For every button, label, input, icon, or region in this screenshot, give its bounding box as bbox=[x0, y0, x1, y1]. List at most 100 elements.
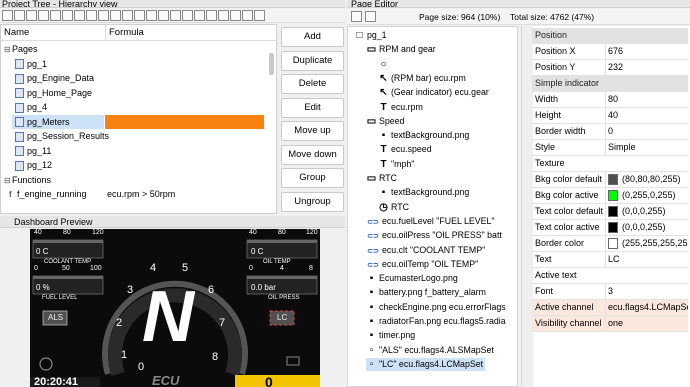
editor-tree-item[interactable]: ▪ timer.png bbox=[366, 329, 415, 342]
tree-scrollbar[interactable] bbox=[269, 53, 274, 75]
collapse-icon: ⊟ bbox=[4, 175, 11, 185]
editor-tree-item[interactable]: ⊂⊃ ecu.oilTemp "OIL TEMP" bbox=[366, 258, 478, 271]
edit-button[interactable]: Edit bbox=[281, 97, 344, 118]
color-swatch[interactable] bbox=[608, 206, 618, 218]
property-row[interactable]: Border color (255,255,255,255) bbox=[532, 236, 688, 252]
page-icon bbox=[15, 102, 24, 113]
property-row[interactable]: Texture bbox=[532, 156, 688, 172]
property-row[interactable]: Text LC bbox=[532, 252, 688, 268]
property-row[interactable]: Text color active (0,0,0,255) bbox=[532, 220, 688, 236]
editor-tree-item[interactable]: ▫ "LC" ecu.flags4.LCMapSet bbox=[366, 357, 486, 371]
editor-tree-item[interactable]: ↖ (Gear indicator) ecu.gear bbox=[378, 86, 489, 99]
add-button[interactable]: Add bbox=[281, 27, 344, 47]
duplicate-button[interactable]: Duplicate bbox=[281, 50, 344, 71]
property-key: Width bbox=[535, 94, 559, 104]
property-row[interactable]: Bkg color active (0,255,0,255) bbox=[532, 188, 688, 204]
open-icon[interactable] bbox=[351, 11, 362, 22]
toolbar-icons[interactable] bbox=[2, 10, 266, 21]
property-row[interactable]: Position Y 232 bbox=[532, 60, 688, 76]
move-up-button[interactable]: Move up bbox=[281, 121, 344, 141]
total-size-text: Total size: 4762 (47%) bbox=[510, 12, 595, 22]
editor-tree-item[interactable]: ⊂⊃ ecu.clt "COOLANT TEMP" bbox=[366, 244, 485, 257]
property-value: (80,80,80,255) bbox=[622, 174, 681, 184]
editor-tree-item[interactable]: ▪ battery.png f_battery_alarm bbox=[366, 286, 486, 299]
page-icon bbox=[15, 88, 24, 99]
editor-tree-item[interactable]: ▪ textBackground.png bbox=[378, 186, 470, 199]
property-key: Active channel bbox=[535, 302, 594, 312]
editor-tree-item[interactable]: ▪ radiatorFan.png ecu.flags5.radia bbox=[366, 315, 506, 328]
property-row[interactable]: Active channel ecu.flags4.LCMapSet bbox=[532, 300, 688, 316]
ungroup-button[interactable]: Ungroup bbox=[281, 191, 344, 212]
color-swatch[interactable] bbox=[608, 222, 618, 234]
property-row[interactable]: Active text bbox=[532, 268, 688, 284]
page-icon bbox=[15, 73, 24, 84]
move-down-button[interactable]: Move down bbox=[281, 144, 344, 165]
editor-tree-item[interactable]: ▭ RTC bbox=[366, 172, 397, 185]
page-editor-toolbar: Page size: 964 (10%) Total size: 4762 (4… bbox=[347, 9, 690, 25]
tree-row[interactable]: pg_4 bbox=[1, 100, 268, 114]
editor-tree-item[interactable]: ↖ (RPM bar) ecu.rpm bbox=[378, 72, 466, 85]
editor-tree-item[interactable]: ▪ textBackground.png bbox=[378, 129, 470, 142]
property-row[interactable]: Style Simple bbox=[532, 140, 688, 156]
page-editor-title: Page Editor bbox=[351, 0, 399, 8]
property-row[interactable]: Height 40 bbox=[532, 108, 688, 124]
editor-tree-item[interactable]: Tecu.speed bbox=[378, 143, 431, 156]
editor-tree-item[interactable]: ⊂⊃ ecu.fuelLevel "FUEL LEVEL" bbox=[366, 215, 494, 228]
property-row[interactable]: Text color default (0,0,0,255) bbox=[532, 204, 688, 220]
editor-tree-label: "LC" ecu.flags4.LCMapSet bbox=[379, 358, 484, 369]
editor-tree-label: checkEngine.png ecu.errorFlags bbox=[379, 301, 506, 312]
oilpress-bar bbox=[247, 276, 317, 279]
property-value: 3 bbox=[608, 286, 614, 296]
rpm-tick-0: 0 bbox=[138, 361, 145, 373]
property-row[interactable]: Bkg color default (80,80,80,255) bbox=[532, 172, 688, 188]
tree-row[interactable]: pg_1 bbox=[1, 57, 268, 71]
tree-row[interactable]: pg_Home_Page bbox=[1, 86, 268, 100]
group-button[interactable]: Group bbox=[281, 168, 344, 188]
editor-tree-item[interactable]: Tecu.rpm bbox=[378, 101, 422, 114]
property-row[interactable]: Visibility channel one bbox=[532, 316, 688, 332]
oiltemp-tick-0: 40 bbox=[249, 229, 257, 236]
tree-row[interactable]: pg_12 bbox=[1, 158, 268, 172]
tree-row[interactable]: pg_Engine_Data bbox=[1, 71, 268, 85]
property-key: Position Y bbox=[535, 62, 576, 72]
property-key: Text color active bbox=[535, 222, 600, 232]
property-row[interactable]: Font 3 bbox=[532, 284, 688, 300]
editor-tree-item[interactable]: ○ bbox=[378, 58, 391, 71]
tree-row[interactable]: ⊟Pages bbox=[1, 42, 268, 56]
editor-tree-item[interactable]: T "mph" bbox=[378, 158, 414, 171]
column-formula[interactable]: Formula bbox=[105, 25, 144, 41]
editor-tree-item[interactable]: ◷ RTC bbox=[378, 201, 409, 214]
oilpress-label: OIL PRESS bbox=[268, 295, 300, 301]
property-row[interactable]: Position X 676 bbox=[532, 44, 688, 60]
tree-row[interactable]: f f_engine_running ecu.rpm > 50rpm bbox=[1, 187, 268, 201]
property-row[interactable]: Border width 0 bbox=[532, 124, 688, 140]
save-icon[interactable] bbox=[365, 11, 376, 22]
color-swatch[interactable] bbox=[608, 190, 618, 202]
element-type-icon: ▪ bbox=[369, 316, 374, 327]
selected-formula-highlight bbox=[105, 114, 264, 129]
tree-row[interactable]: pg_11 bbox=[1, 144, 268, 158]
tree-row[interactable]: pg_Meters bbox=[1, 114, 268, 129]
editor-tree-item[interactable]: ⊂⊃ ecu.oilPress "OIL PRESS" batt bbox=[366, 229, 502, 242]
rpm-tick-7: 7 bbox=[219, 317, 226, 329]
property-row[interactable]: Width 80 bbox=[532, 92, 688, 108]
battery-icon bbox=[286, 356, 300, 366]
property-value: LC bbox=[608, 254, 620, 264]
tree-row[interactable]: pg_Session_Results bbox=[1, 129, 268, 143]
editor-tree-item[interactable]: ▭ RPM and gear bbox=[366, 43, 436, 56]
editor-tree-item[interactable]: ▫ "ALS" ecu.flags4.ALSMapSet bbox=[366, 344, 494, 357]
color-swatch[interactable] bbox=[608, 174, 618, 186]
element-type-icon: ○ bbox=[380, 58, 387, 70]
collapse-icon: ⊟ bbox=[4, 45, 11, 54]
tree-row[interactable]: ⊟Functions bbox=[1, 173, 268, 187]
editor-tree-item[interactable]: ▪ checkEngine.png ecu.errorFlags bbox=[366, 301, 506, 314]
editor-tree-item[interactable]: ▪ EcumasterLogo.png bbox=[366, 272, 458, 285]
page-icon bbox=[15, 160, 24, 171]
property-key: Position X bbox=[535, 46, 576, 56]
editor-tree-item[interactable]: □ pg_1 bbox=[354, 29, 386, 42]
delete-button[interactable]: Delete bbox=[281, 74, 344, 94]
column-name[interactable]: Name bbox=[4, 25, 29, 41]
element-type-icon: ▪ bbox=[369, 287, 374, 299]
editor-tree-item[interactable]: ▭ Speed bbox=[366, 115, 405, 128]
color-swatch[interactable] bbox=[608, 238, 618, 250]
